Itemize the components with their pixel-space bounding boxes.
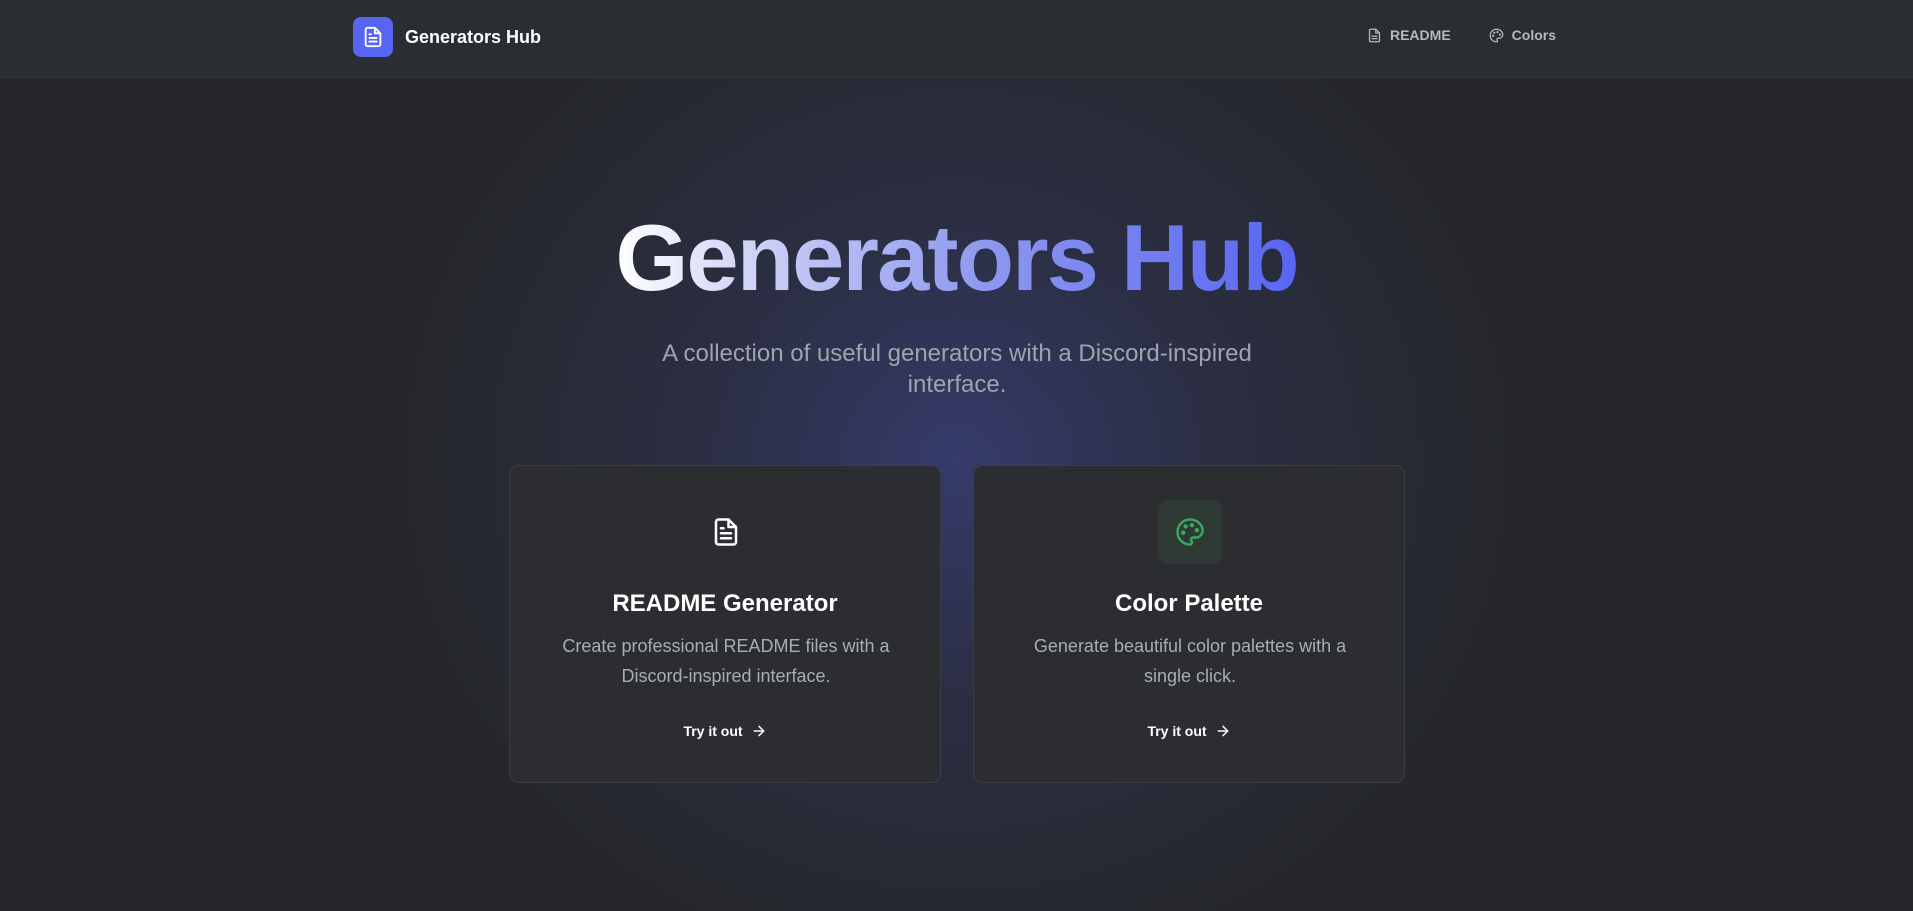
palette-icon [1489,28,1504,42]
brand-logo [353,17,393,57]
card-icon-box [694,500,758,564]
navbar: Generators Hub README Colors [0,0,1913,78]
hero-subtitle: A collection of useful generators with a… [662,340,1252,398]
nav-links: README Colors [1329,27,1556,43]
nav-link-colors-label: Colors [1511,27,1556,43]
brand[interactable]: Generators Hub [353,17,541,57]
try-it-out-label: Try it out [683,723,743,739]
hero-title: Generators Hub [615,205,1299,310]
color-palette-card[interactable]: Color Palette Generate beautiful color p… [973,465,1405,783]
try-it-out-link[interactable]: Try it out [510,723,940,739]
arrow-right-icon [1217,725,1228,737]
card-description: Generate beautiful color palettes with a… [1033,636,1347,686]
document-icon [1368,28,1381,42]
nav-link-colors[interactable]: Colors [1489,27,1556,43]
card-description: Create professional README files with a … [562,636,890,686]
arrow-right-icon [753,725,764,737]
card-title: Color Palette [1114,590,1264,617]
try-it-out-label: Try it out [1147,723,1207,739]
readme-generator-card[interactable]: README Generator Create professional REA… [509,465,941,783]
try-it-out-link[interactable]: Try it out [974,723,1404,739]
card-icon-box [1158,500,1222,564]
card-title: README Generator [612,590,838,617]
palette-icon [1176,518,1204,546]
brand-name: Generators Hub [405,26,542,47]
page-background [0,0,1913,911]
nav-link-readme[interactable]: README [1367,27,1451,43]
nav-link-readme-label: README [1389,27,1451,43]
document-icon [364,26,382,48]
document-icon [714,518,738,546]
